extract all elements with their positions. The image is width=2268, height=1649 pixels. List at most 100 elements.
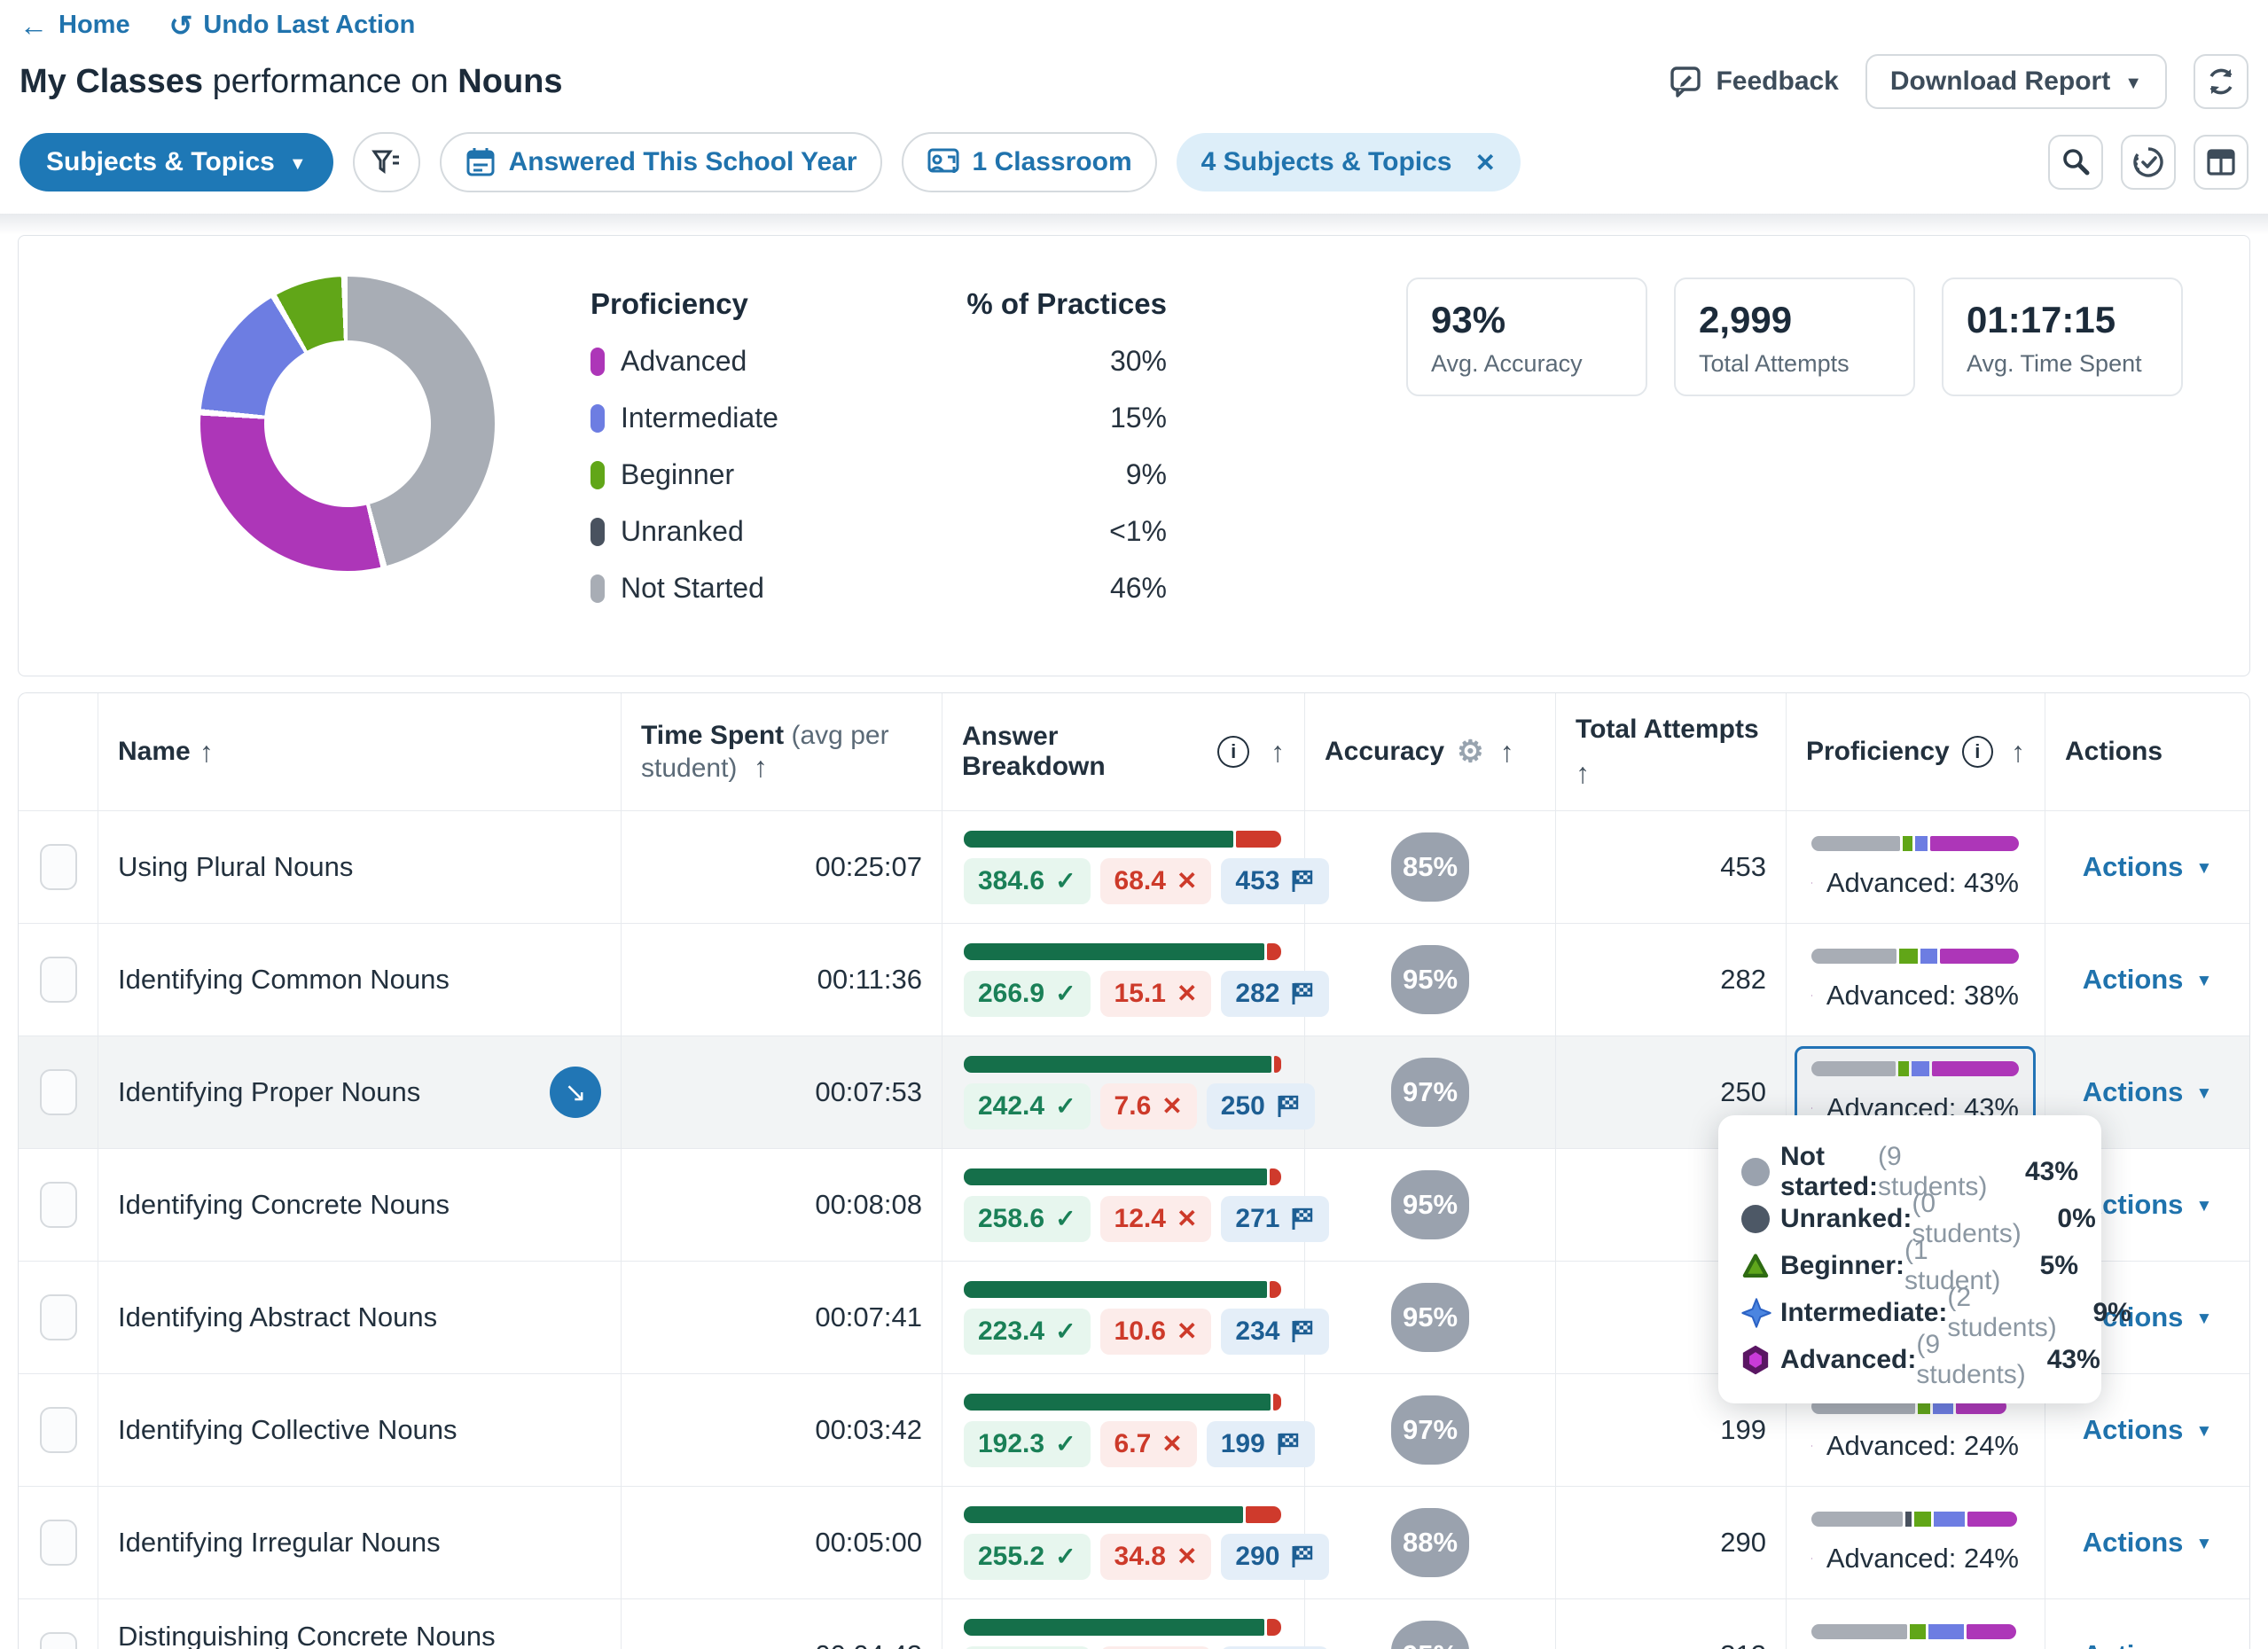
skill-name[interactable]: Identifying Concrete Nouns <box>118 1186 450 1223</box>
info-icon[interactable]: i <box>1962 736 1993 768</box>
actions-dropdown[interactable]: Actions▼ <box>2083 1527 2213 1559</box>
row-checkbox[interactable] <box>40 1182 77 1228</box>
unranked-swatch <box>590 518 605 546</box>
answer-breakdown-bar <box>964 1056 1281 1073</box>
col-header-total-attempts[interactable]: Total Attempts ↑ <box>1556 693 1787 810</box>
info-icon[interactable]: i <box>1217 736 1249 768</box>
col-header-name[interactable]: Name↑ <box>98 693 622 810</box>
col-header-proficiency[interactable]: Proficiency i ↑ <box>1787 693 2045 810</box>
drill-down-button[interactable]: ↘ <box>550 1067 601 1118</box>
correct-count-pill[interactable]: 295.9✓ <box>964 1646 1091 1649</box>
col-header-time-spent[interactable]: Time Spent (avg per student) ↑ <box>622 693 942 810</box>
col-header-accuracy[interactable]: Accuracy ⚙ ↑ <box>1305 693 1556 810</box>
skill-name[interactable]: Identifying Abstract Nouns <box>118 1299 437 1336</box>
x-icon: ✕ <box>1161 1429 1182 1458</box>
recent-activity-button[interactable] <box>2121 135 2176 190</box>
undo-last-action-link[interactable]: ↺ Undo Last Action <box>169 11 416 40</box>
correct-count-pill[interactable]: 223.4✓ <box>964 1309 1091 1355</box>
correct-count-pill[interactable]: 192.3✓ <box>964 1421 1091 1467</box>
skill-name[interactable]: Using Plural Nouns <box>118 848 353 886</box>
search-button[interactable] <box>2048 135 2103 190</box>
incorrect-count-pill[interactable]: 34.8✕ <box>1100 1534 1212 1580</box>
proficiency-cell[interactable]: Advanced: 24% <box>1811 1624 2019 1649</box>
actions-dropdown[interactable]: Actions▼ <box>2083 1639 2213 1649</box>
incorrect-count-pill[interactable]: 16.1✕ <box>1100 1646 1212 1649</box>
col-header-answer-breakdown[interactable]: Answer Breakdown i ↑ <box>942 693 1305 810</box>
advanced-hexagon-icon <box>1741 1345 1770 1375</box>
row-checkbox[interactable] <box>40 1294 77 1340</box>
correct-count-pill[interactable]: 255.2✓ <box>964 1534 1091 1580</box>
columns-button[interactable] <box>2194 135 2248 190</box>
subjects-topics-button[interactable]: Subjects & Topics ▼ <box>20 133 333 191</box>
row-checkbox[interactable] <box>40 1407 77 1453</box>
undo-link-label: Undo Last Action <box>203 11 415 40</box>
summary-stats: 93% Avg. Accuracy 2,999 Total Attempts 0… <box>1406 277 2183 396</box>
skill-name[interactable]: Distinguishing Concrete Nouns from Abstr… <box>118 1618 532 1649</box>
donut-legend: Proficiency % of Practices Advanced 30% … <box>590 287 1167 605</box>
date-range-filter[interactable]: Answered This School Year <box>440 132 882 192</box>
row-checkbox[interactable] <box>40 1632 77 1649</box>
actions-dropdown[interactable]: Actions▼ <box>2083 1076 2213 1108</box>
proficiency-cell[interactable]: Advanced: 24% <box>1811 1512 2019 1575</box>
incorrect-count-pill[interactable]: 10.6✕ <box>1100 1309 1212 1355</box>
table-row: Using Plural Nouns 00:25:07 384.6✓ 68.4✕… <box>19 811 2249 924</box>
correct-count-pill[interactable]: 242.4✓ <box>964 1083 1091 1129</box>
skill-name[interactable]: Identifying Irregular Nouns <box>118 1524 441 1561</box>
incorrect-count-pill[interactable]: 6.7✕ <box>1100 1421 1197 1467</box>
sort-arrow-icon[interactable]: ↑ <box>1271 736 1285 769</box>
answer-breakdown-bar <box>964 1394 1281 1411</box>
download-report-button[interactable]: Download Report ▼ <box>1865 54 2167 109</box>
skill-name[interactable]: Identifying Collective Nouns <box>118 1411 458 1449</box>
actions-dropdown[interactable]: Actions▼ <box>2083 1414 2213 1446</box>
actions-dropdown[interactable]: Actions▼ <box>2083 964 2213 996</box>
skill-name[interactable]: Identifying Proper Nouns <box>118 1074 420 1111</box>
actions-dropdown[interactable]: Actions▼ <box>2083 851 2213 883</box>
arrow-down-right-icon: ↘ <box>564 1077 586 1108</box>
title-mid: performance on <box>213 63 449 100</box>
chevron-down-icon: ▼ <box>2195 972 2212 991</box>
table-header-row: Name↑ Time Spent (avg per student) ↑ Ans… <box>19 693 2249 811</box>
col-header-actions: Actions <box>2045 693 2249 810</box>
columns-table-icon <box>2205 146 2237 178</box>
close-icon[interactable]: ✕ <box>1474 148 1495 177</box>
row-checkbox[interactable] <box>40 1520 77 1566</box>
subjects-topics-chip[interactable]: 4 Subjects & Topics ✕ <box>1177 133 1521 191</box>
proficiency-cell[interactable]: Advanced: 43% <box>1811 836 2019 899</box>
total-answers-pill[interactable]: 199 <box>1207 1421 1315 1467</box>
incorrect-count-pill[interactable]: 15.1✕ <box>1100 971 1212 1017</box>
correct-count-pill[interactable]: 266.9✓ <box>964 971 1091 1017</box>
actions-dropdown[interactable]: Actions▼ <box>2083 1189 2213 1221</box>
feedback-button[interactable]: Feedback <box>1670 65 1838 98</box>
check-icon: ✓ <box>1055 979 1075 1008</box>
proficiency-donut-chart <box>200 277 495 571</box>
total-answers-pill[interactable]: 250 <box>1207 1083 1315 1129</box>
x-icon: ✕ <box>1177 979 1197 1008</box>
row-checkbox[interactable] <box>40 844 77 890</box>
chevron-down-icon: ▼ <box>2195 1422 2212 1442</box>
correct-count-pill[interactable]: 384.6✓ <box>964 858 1091 904</box>
sort-arrow-icon[interactable]: ↑ <box>754 751 768 783</box>
refresh-button[interactable] <box>2194 54 2248 109</box>
gear-icon[interactable]: ⚙ <box>1457 734 1483 770</box>
incorrect-count-pill[interactable]: 12.4✕ <box>1100 1196 1212 1242</box>
row-checkbox[interactable] <box>40 957 77 1003</box>
home-link[interactable]: ← Home <box>20 11 130 40</box>
proficiency-breakdown-tooltip: Not started: (9 students) 43% Unranked: … <box>1718 1115 2101 1403</box>
incorrect-count-pill[interactable]: 7.6✕ <box>1100 1083 1197 1129</box>
row-checkbox[interactable] <box>40 1069 77 1115</box>
filter-funnel-button[interactable] <box>353 132 420 192</box>
accuracy-badge: 88% <box>1391 1508 1469 1577</box>
sort-arrow-icon[interactable]: ↑ <box>1500 736 1514 769</box>
sort-arrow-icon[interactable]: ↑ <box>199 736 214 769</box>
skill-name[interactable]: Identifying Common Nouns <box>118 961 450 998</box>
proficiency-cell[interactable]: Advanced: 24% <box>1811 1399 2019 1462</box>
sort-arrow-icon[interactable]: ↑ <box>2011 736 2025 769</box>
proficiency-mini-bar <box>1811 949 2019 964</box>
time-spent-value: 00:11:36 <box>622 924 942 1036</box>
proficiency-cell[interactable]: Advanced: 38% <box>1811 949 2019 1012</box>
incorrect-count-pill[interactable]: 68.4✕ <box>1100 858 1212 904</box>
refresh-icon <box>2205 66 2237 98</box>
sort-arrow-icon[interactable]: ↑ <box>1576 757 1590 790</box>
classroom-filter[interactable]: 1 Classroom <box>902 132 1157 192</box>
correct-count-pill[interactable]: 258.6✓ <box>964 1196 1091 1242</box>
